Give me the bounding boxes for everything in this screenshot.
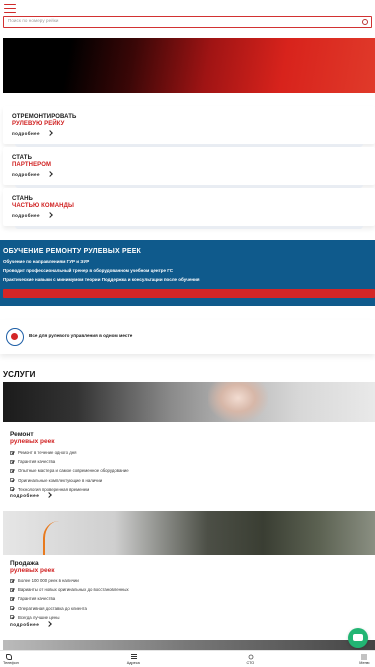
promo-line1: ОТРЕМОНТИРОВАТЬ [12,114,77,120]
education-line: Практические навыки с минимумом теории П… [3,277,200,282]
list-item: Гарантия качества [10,457,129,466]
check-icon [10,615,14,620]
check-icon [10,478,14,483]
bottom-nav: Телефон Адреса СТО Меню [0,650,375,667]
search-placeholder: Поиск по номеру рейки [8,18,59,23]
list-item: Оригинальные комплектующие в наличии [10,476,129,485]
promo-more-link[interactable]: подробнее [12,212,53,218]
list-icon [130,654,137,660]
chevron-right-icon [46,621,53,627]
service-title: Продажа [10,560,39,567]
chevron-right-icon [47,130,53,136]
nav-item-addresses[interactable]: Адреса [94,651,188,667]
promo-line1: СТАНЬ [12,196,33,202]
list-item: Всегда лучшие цены [10,613,129,622]
list-item: Варианты от новых оригинальных до восста… [10,585,129,594]
education-title: ОБУЧЕНИЕ РЕМОНТУ РУЛЕВЫХ РЕЕК [3,248,142,255]
service-sale-image[interactable] [3,511,375,555]
check-icon [10,450,14,455]
service-title: Ремонт [10,431,34,438]
list-item: Более 100 000 реек в наличии [10,576,129,585]
nav-item-service[interactable]: СТО [188,651,282,667]
promo-more-link[interactable]: подробнее [12,171,53,177]
promo-card-repair[interactable]: ОТРЕМОНТИРОВАТЬ РУЛЕВУЮ РЕЙКУ подробнее [3,106,375,147]
service-subtitle: рулевых реек [10,567,55,574]
check-icon [10,459,14,464]
one-stop-block: Все для рулевого управления в одном мест… [0,320,375,354]
list-item: Опытные мастера и самое современное обор… [10,466,129,475]
check-icon [10,587,14,592]
service-bullets: Более 100 000 реек в наличии Варианты от… [10,576,129,622]
nav-label: Меню [359,661,370,665]
check-icon [10,578,14,583]
nav-item-menu[interactable]: Меню [281,651,375,667]
check-icon [10,606,14,611]
check-icon [10,468,14,473]
search-icon[interactable] [362,19,368,25]
list-item: Оперативная доставка до клиента [10,604,129,613]
promo-card-partner[interactable]: СТАТЬ ПАРТНЕРОМ подробнее [3,147,375,188]
service-subtitle: рулевых реек [10,438,55,445]
nav-label: Телефон [3,661,19,665]
promo-line2: ЧАСТЬЮ КОМАНДЫ [12,203,74,209]
search-input[interactable]: Поиск по номеру рейки [3,16,372,28]
promo-card-team[interactable]: СТАНЬ ЧАСТЬЮ КОМАНДЫ подробнее [3,188,375,229]
wrench-icon [248,654,253,660]
service-more-link[interactable]: подробнее [10,492,53,498]
education-cta-bar[interactable] [3,289,375,298]
promo-more-link[interactable]: подробнее [12,130,53,136]
chevron-right-icon [47,212,53,218]
promo-line1: СТАТЬ [12,155,32,161]
nav-label: СТО [246,661,255,665]
nav-label: Адреса [126,661,140,665]
service-next-image[interactable] [3,640,375,650]
grid-icon [361,654,368,660]
hero-banner[interactable] [3,38,375,93]
promo-line2: РУЛЕВУЮ РЕЙКУ [12,121,65,127]
promo-line2: ПАРТНЕРОМ [12,162,52,168]
education-line: Обучение по направлениям ГУР и ЭУР [3,259,90,264]
check-icon [10,487,14,492]
top-bar: Поиск по номеру рейки [0,0,375,36]
phone-icon [6,654,12,660]
chat-button[interactable] [348,628,368,648]
education-line: Проводит профессиональный тренер в обору… [3,268,174,273]
company-logo-icon [6,328,24,346]
one-stop-text: Все для рулевого управления в одном мест… [29,333,133,338]
services-title: УСЛУГИ [3,370,36,379]
chevron-right-icon [47,171,53,177]
nav-item-phone[interactable]: Телефон [0,651,94,667]
list-item: Гарантия качества [10,594,129,603]
check-icon [10,596,14,601]
chevron-right-icon [46,492,53,498]
service-more-link[interactable]: подробнее [10,621,53,627]
list-item: Ремонт в течение одного дня [10,448,129,457]
service-bullets: Ремонт в течение одного дня Гарантия кач… [10,448,129,494]
service-repair-image[interactable] [3,382,375,422]
hamburger-menu-icon[interactable] [4,4,16,13]
